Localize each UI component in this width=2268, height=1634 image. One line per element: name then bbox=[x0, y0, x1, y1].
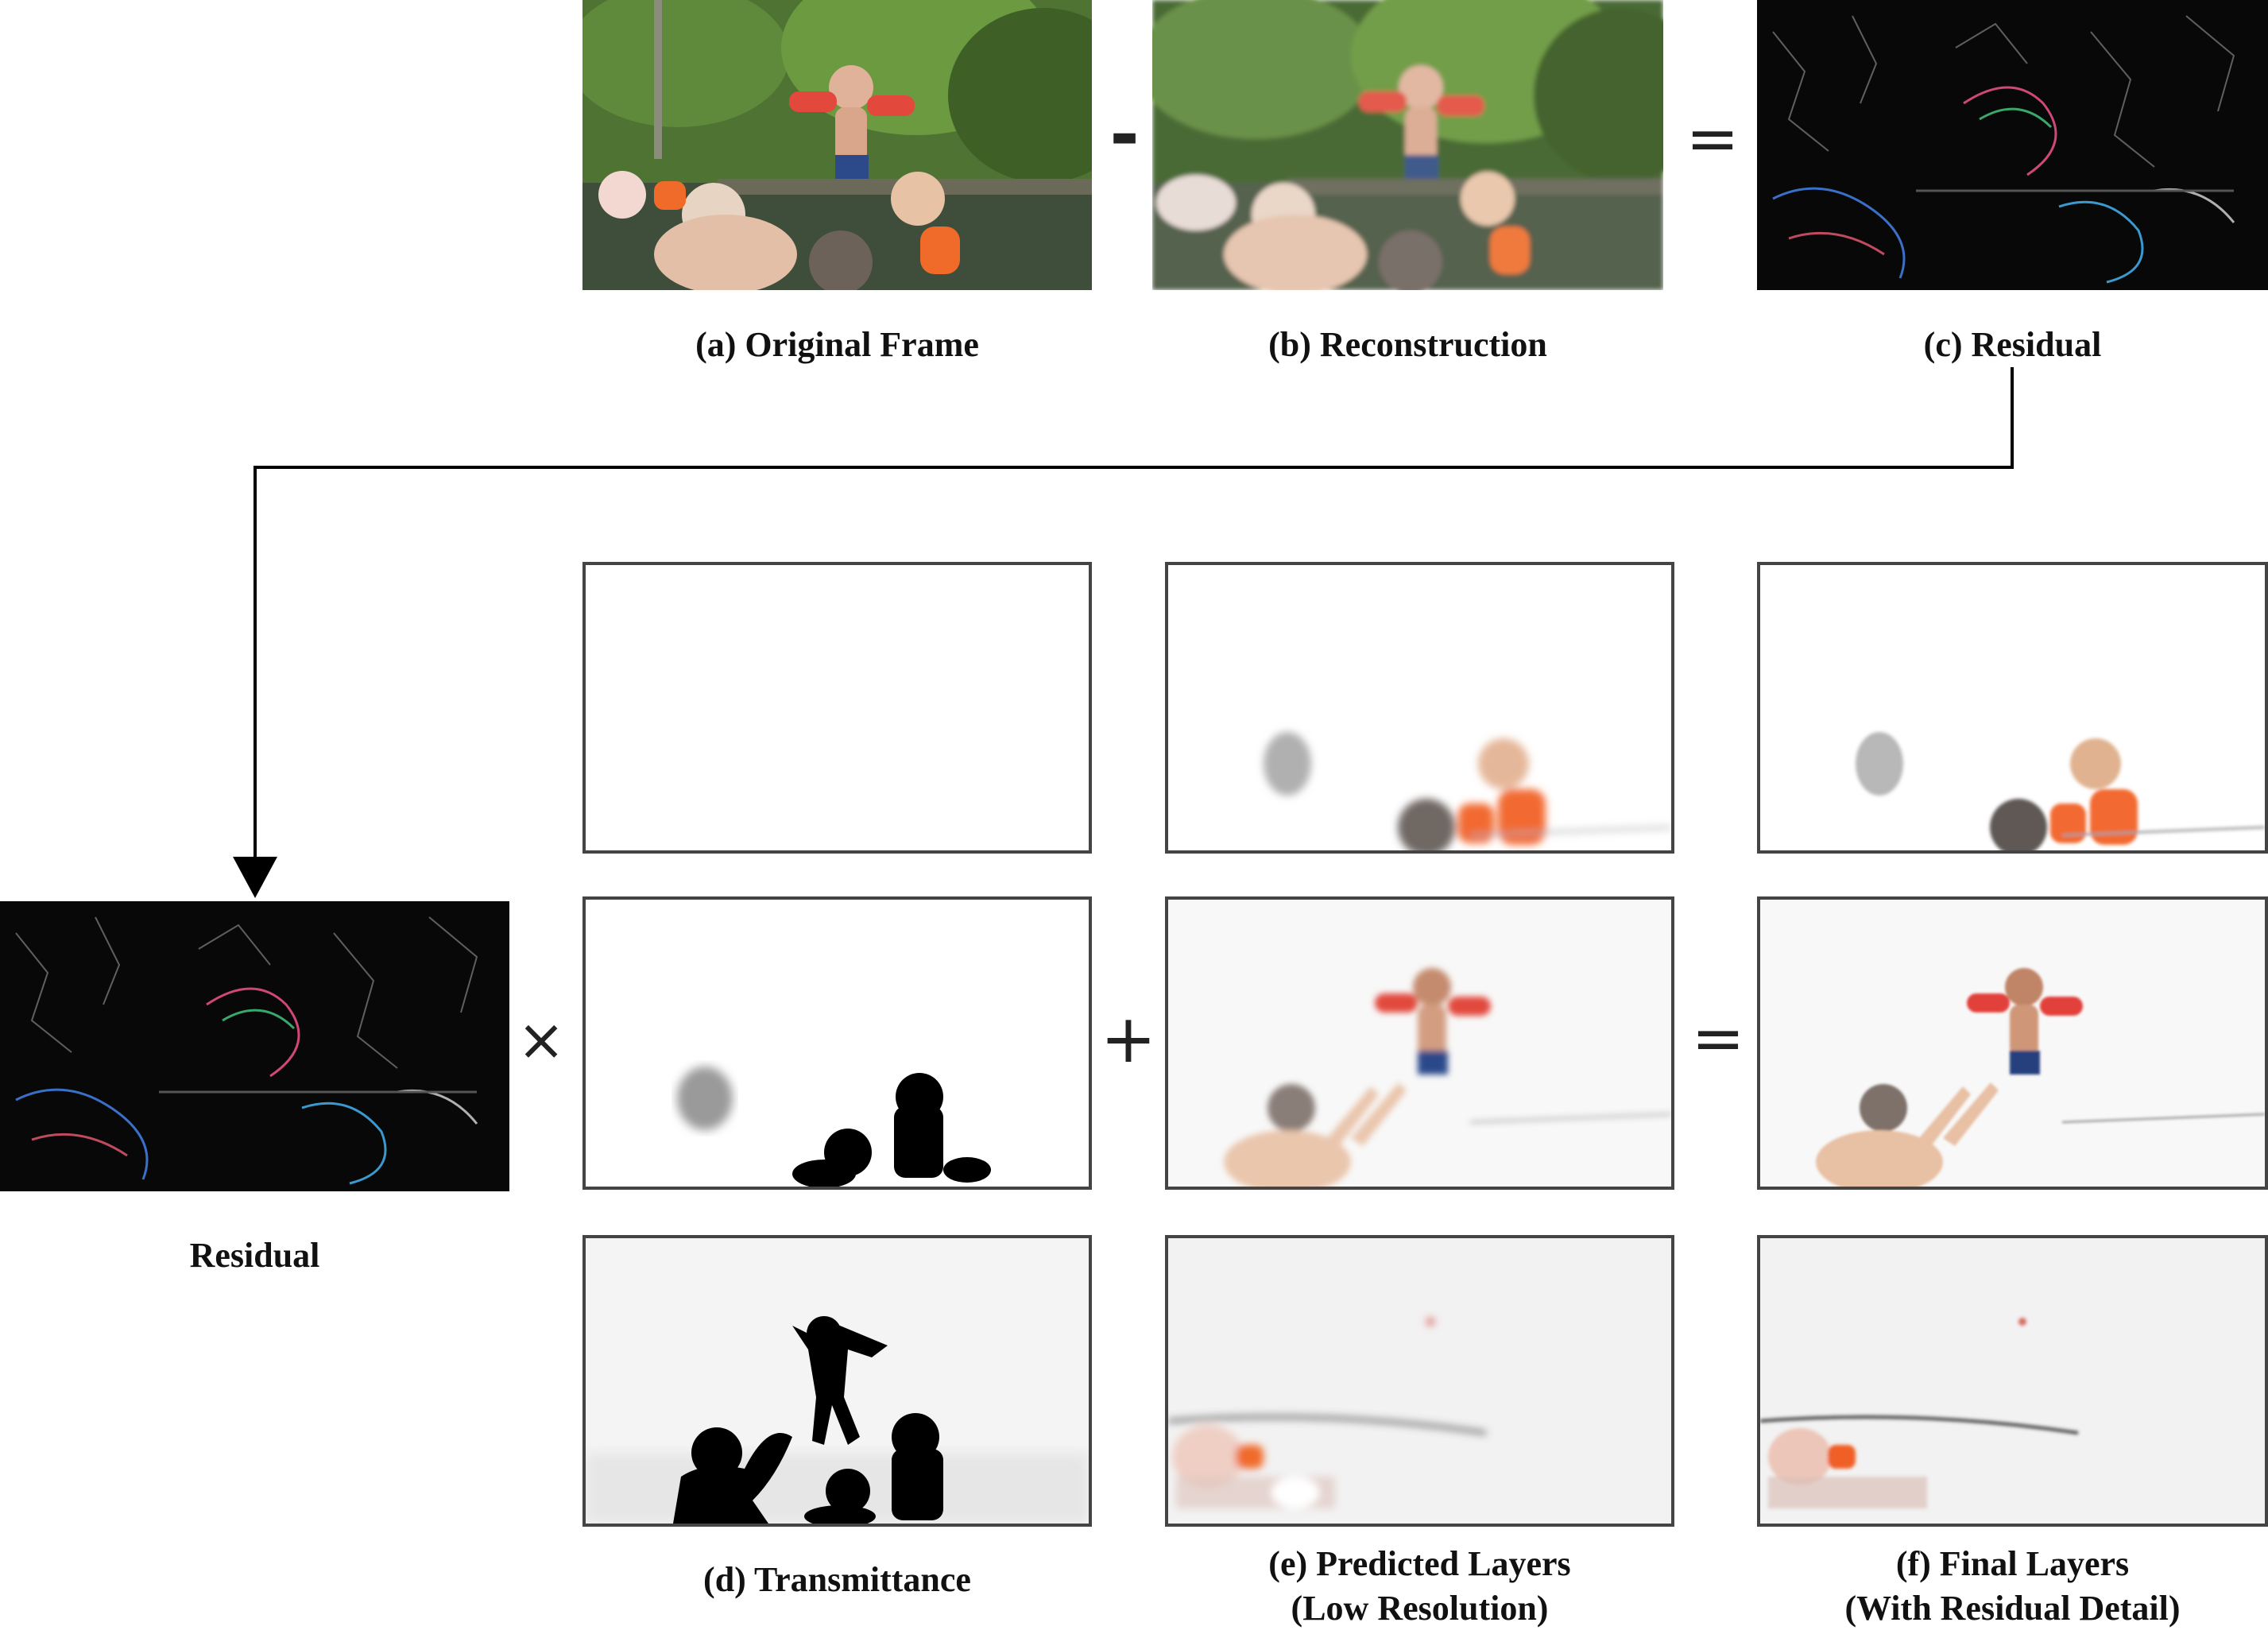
caption-final-layers-line2: (With Residual Detail) bbox=[1844, 1589, 2181, 1628]
residual-image-left bbox=[0, 901, 509, 1191]
plus-operator: + bbox=[1100, 1000, 1157, 1078]
final-layer-1 bbox=[1757, 562, 2268, 854]
caption-residual-left: Residual bbox=[189, 1236, 320, 1275]
transmittance-layer-1 bbox=[582, 562, 1092, 854]
predicted-layer-2 bbox=[1165, 896, 1674, 1190]
final-layer-2 bbox=[1757, 896, 2268, 1190]
caption-transmittance: (d) Transmittance bbox=[703, 1560, 971, 1599]
final-layer-3 bbox=[1757, 1235, 2268, 1527]
times-operator: × bbox=[517, 1006, 566, 1073]
caption-predicted-layers-line1: (e) Predicted Layers bbox=[1268, 1544, 1571, 1583]
caption-final-layers-line1: (f) Final Layers bbox=[1895, 1544, 2130, 1583]
predicted-layer-3 bbox=[1165, 1235, 1674, 1527]
transmittance-layer-2 bbox=[582, 896, 1092, 1190]
equals-operator-bottom: = bbox=[1691, 1001, 1745, 1075]
transmittance-layer-3 bbox=[582, 1235, 1092, 1527]
predicted-layer-1 bbox=[1165, 562, 1674, 854]
caption-predicted-layers-line2: (Low Resolution) bbox=[1291, 1589, 1549, 1628]
